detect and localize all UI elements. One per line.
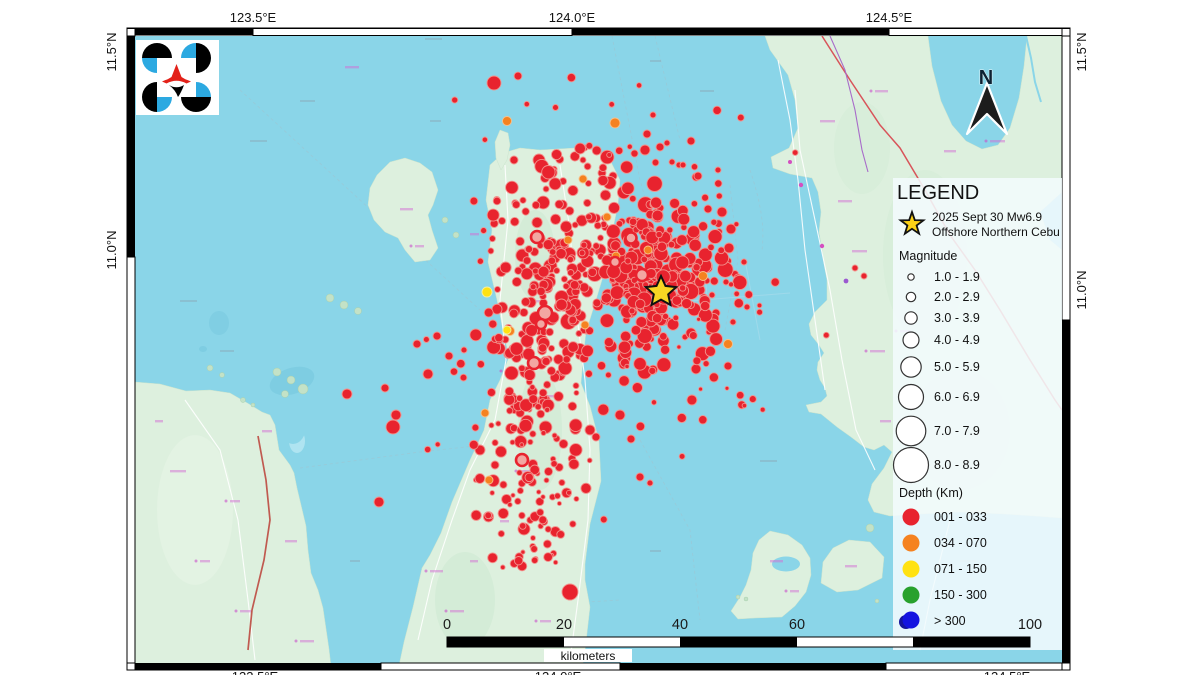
svg-text:123.5°E: 123.5°E [232, 669, 279, 675]
svg-text:001 - 033: 001 - 033 [934, 510, 987, 524]
svg-text:40: 40 [672, 617, 688, 633]
svg-text:6.0 - 6.9: 6.0 - 6.9 [934, 390, 980, 404]
svg-text:kilometers: kilometers [561, 649, 616, 663]
svg-text:11.0°N: 11.0°N [104, 231, 119, 270]
svg-text:> 300: > 300 [934, 614, 966, 628]
svg-text:Magnitude: Magnitude [899, 249, 957, 263]
svg-text:071 - 150: 071 - 150 [934, 562, 987, 576]
svg-text:2025 Sept 30 Mw6.9: 2025 Sept 30 Mw6.9 [932, 210, 1042, 224]
svg-text:60: 60 [789, 617, 805, 633]
svg-text:4.0 - 4.9: 4.0 - 4.9 [934, 333, 980, 347]
svg-text:124.5°E: 124.5°E [866, 10, 913, 25]
svg-text:Depth (Km): Depth (Km) [899, 486, 963, 500]
svg-text:20: 20 [556, 617, 572, 633]
svg-text:123.5°E: 123.5°E [230, 10, 277, 25]
svg-text:100: 100 [1018, 617, 1042, 633]
svg-text:7.0 - 7.9: 7.0 - 7.9 [934, 424, 980, 438]
svg-text:1.0 - 1.9: 1.0 - 1.9 [934, 270, 980, 284]
svg-text:124.5°E: 124.5°E [984, 669, 1031, 675]
svg-text:034 - 070: 034 - 070 [934, 536, 987, 550]
svg-text:8.0 - 8.9: 8.0 - 8.9 [934, 458, 980, 472]
svg-text:11.5°N: 11.5°N [104, 33, 119, 72]
svg-text:0: 0 [443, 617, 451, 633]
svg-text:Offshore Northern Cebu: Offshore Northern Cebu [932, 225, 1060, 239]
svg-text:N: N [979, 67, 993, 89]
svg-text:124.0°E: 124.0°E [535, 669, 582, 675]
svg-text:5.0 - 5.9: 5.0 - 5.9 [934, 360, 980, 374]
svg-text:124.0°E: 124.0°E [549, 10, 596, 25]
svg-text:11.5°N: 11.5°N [1074, 33, 1089, 72]
svg-text:2.0 - 2.9: 2.0 - 2.9 [934, 290, 980, 304]
svg-text:3.0 - 3.9: 3.0 - 3.9 [934, 311, 980, 325]
svg-text:LEGEND: LEGEND [897, 182, 979, 204]
svg-text:11.0°N: 11.0°N [1074, 271, 1089, 310]
svg-text:150 - 300: 150 - 300 [934, 588, 987, 602]
